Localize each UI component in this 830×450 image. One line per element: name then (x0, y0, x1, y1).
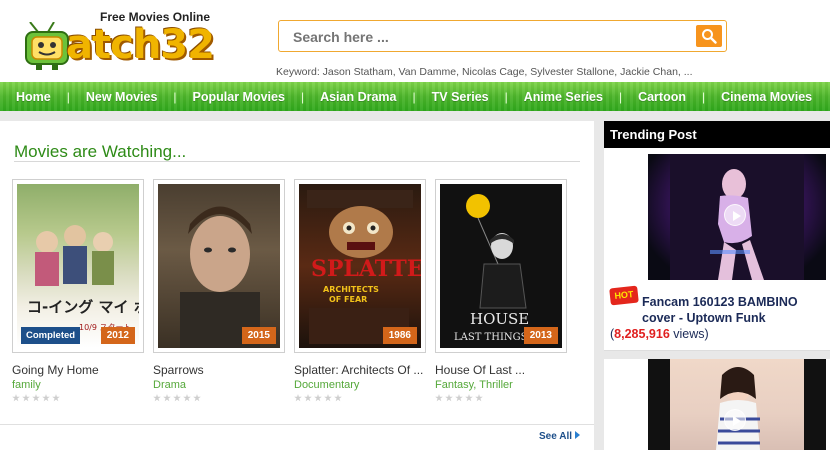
star-icon (294, 394, 302, 402)
nav-item-tv-series[interactable]: TV Series (416, 90, 505, 104)
svg-text:SPLATTER: SPLATTER (311, 256, 421, 282)
sidebar-gap (604, 351, 830, 359)
poster-art: HOUSE LAST THINGS (454, 194, 529, 343)
play-icon[interactable] (724, 204, 746, 226)
movie-card[interactable]: コ-イング マイ ホ-ム 10/9 スタート Completed 2012 Go… (12, 179, 144, 402)
magnifier-icon (702, 29, 717, 44)
movie-genre[interactable]: family (12, 379, 144, 391)
nav-item-anime-series[interactable]: Anime Series (508, 90, 619, 104)
star-icon (163, 394, 171, 402)
trending-thumbnail-2[interactable] (648, 359, 826, 450)
star-icon (52, 394, 60, 402)
search-keywords: Keyword: Jason Statham, Van Damme, Nicol… (276, 66, 693, 78)
search-input[interactable] (293, 27, 683, 47)
poster-art (180, 206, 260, 348)
year-badge: 2015 (241, 327, 276, 344)
year-badge: 2012 (100, 327, 135, 344)
movies-watching-panel: Movies are Watching... コ-イング マイ ホ-ム 10/9… (0, 121, 594, 450)
movie-thumbnail[interactable]: HOUSE LAST THINGS 2013 (435, 179, 567, 353)
views-label: views) (673, 327, 709, 341)
svg-text:HOUSE: HOUSE (470, 310, 529, 328)
star-icon (32, 394, 40, 402)
movie-thumbnail[interactable]: 2015 (153, 179, 285, 353)
site-header: Free Movies Online atch32 Keyword: Jason… (0, 0, 830, 82)
svg-text:OF FEAR: OF FEAR (329, 295, 367, 304)
main-nav: Home | New Movies | Popular Movies | Asi… (0, 82, 830, 111)
trending-thumbnail[interactable] (648, 154, 826, 280)
svg-text:コ-イング マイ ホ-ム: コ-イング マイ ホ-ム (27, 298, 139, 316)
trending-sidebar: Trending Post HOT Fancam 160123 BAMBINO … (604, 121, 830, 450)
star-icon (42, 394, 50, 402)
play-icon[interactable] (724, 409, 746, 431)
poster-sparrows: 2015 (158, 184, 280, 348)
nav-item-cinema-movies[interactable]: Cinema Movies (705, 90, 828, 104)
year-badge: 2013 (523, 327, 558, 344)
movie-thumbnail[interactable]: コ-イング マイ ホ-ム 10/9 スタート Completed 2012 (12, 179, 144, 353)
svg-text:ARCHITECTS: ARCHITECTS (323, 285, 379, 294)
star-icon (465, 394, 473, 402)
movie-genre[interactable]: Documentary (294, 379, 426, 391)
movie-title[interactable]: Splatter: Architects Of ... (294, 363, 426, 377)
movie-card[interactable]: 2015 Sparrows Drama (153, 179, 285, 402)
trending-post-title[interactable]: Fancam 160123 BAMBINO cover - Uptown Fun… (610, 294, 830, 326)
see-all-link[interactable]: See All (539, 431, 580, 442)
nav-item-cartoon[interactable]: Cartoon (622, 90, 702, 104)
svg-text:LAST THINGS: LAST THINGS (454, 332, 528, 343)
movie-title[interactable]: Sparrows (153, 363, 285, 377)
movie-title[interactable]: House Of Last ... (435, 363, 567, 377)
star-icon (324, 394, 332, 402)
star-icon (173, 394, 181, 402)
logo-wordmark: atch32 (66, 22, 215, 68)
see-all-label: See All (539, 431, 572, 442)
thumbnail-art (648, 359, 826, 450)
rating-stars (294, 394, 426, 402)
movie-card[interactable]: HOUSE LAST THINGS 2013 House Of Last ...… (435, 179, 567, 402)
star-icon (455, 394, 463, 402)
movie-genre[interactable]: Fantasy, Thriller (435, 379, 567, 391)
search-button[interactable] (696, 25, 722, 47)
tv-mascot-icon (25, 22, 69, 70)
nav-item-asian-drama[interactable]: Asian Drama (304, 90, 412, 104)
search-box (278, 20, 727, 52)
rating-stars (153, 394, 285, 402)
star-icon (304, 394, 312, 402)
star-icon (22, 394, 30, 402)
star-icon (12, 394, 20, 402)
poster-house-of-last-things: HOUSE LAST THINGS 2013 (440, 184, 562, 348)
movie-title[interactable]: Going My Home (12, 363, 144, 377)
site-logo[interactable]: Free Movies Online atch32 (20, 2, 235, 80)
poster-going-my-home: コ-イング マイ ホ-ム 10/9 スタート Completed 2012 (17, 184, 139, 348)
year-badge: 1986 (382, 327, 417, 344)
star-icon (153, 394, 161, 402)
movie-thumbnail[interactable]: SPLATTER ARCHITECTS OF FEAR 1986 (294, 179, 426, 353)
star-icon (435, 394, 443, 402)
star-icon (445, 394, 453, 402)
sidebar-title: Trending Post (604, 121, 830, 148)
movie-card[interactable]: SPLATTER ARCHITECTS OF FEAR 1986 Splatte… (294, 179, 426, 402)
poster-art: SPLATTER ARCHITECTS OF FEAR (307, 190, 421, 344)
movie-genre[interactable]: Drama (153, 379, 285, 391)
status-badge: Completed (21, 327, 81, 344)
triangle-right-icon (575, 431, 580, 439)
section-title: Movies are Watching... (14, 142, 187, 161)
section-divider (14, 161, 580, 162)
nav-item-home[interactable]: Home (0, 90, 67, 104)
star-icon (183, 394, 191, 402)
star-icon (193, 394, 201, 402)
poster-art: コ-イング マイ ホ-ム 10/9 スタート (27, 225, 139, 332)
nav-item-new-movies[interactable]: New Movies (70, 90, 174, 104)
see-all-divider (0, 424, 594, 425)
poster-splatter: SPLATTER ARCHITECTS OF FEAR 1986 (299, 184, 421, 348)
nav-items: Home | New Movies | Popular Movies | Asi… (0, 82, 828, 111)
star-icon (334, 394, 342, 402)
views-count: 8,285,916 (614, 327, 670, 341)
rating-stars (435, 394, 567, 402)
nav-item-popular-movies[interactable]: Popular Movies (177, 90, 301, 104)
trending-post-text[interactable]: Fancam 160123 BAMBINO cover - Uptown Fun… (610, 294, 830, 342)
star-icon (475, 394, 483, 402)
star-icon (314, 394, 322, 402)
rating-stars (12, 394, 144, 402)
trending-post-views: (8,285,916 views) (610, 326, 830, 342)
